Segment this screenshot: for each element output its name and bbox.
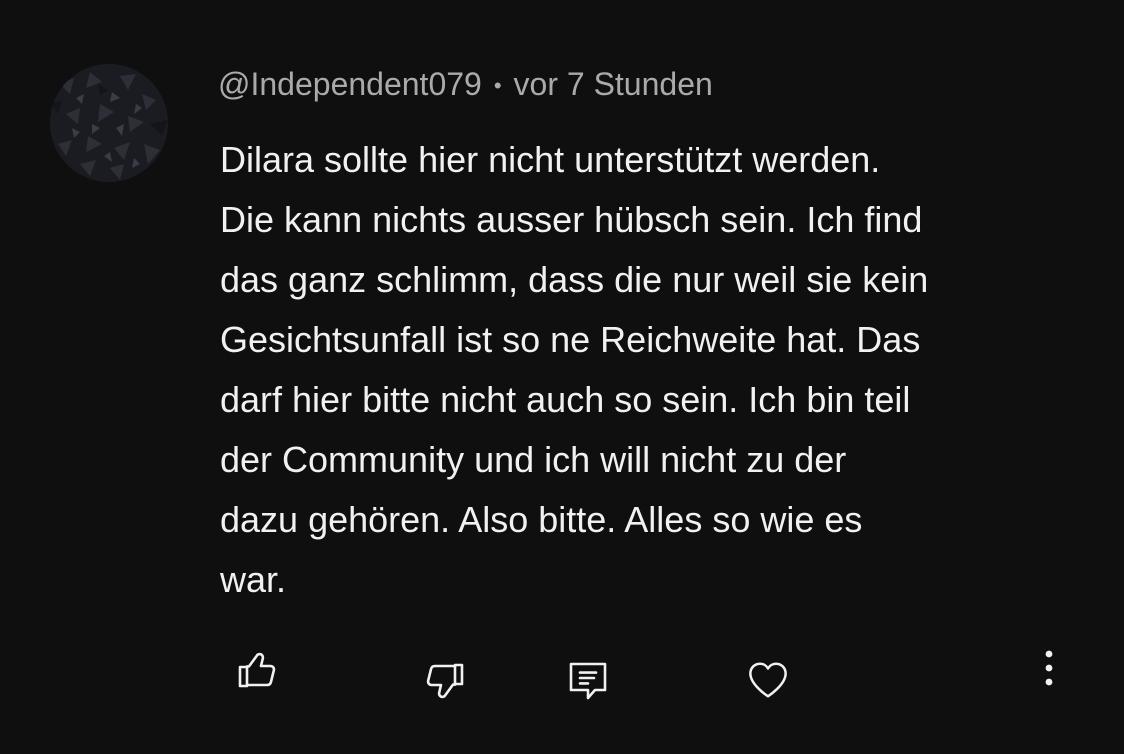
like-button[interactable] [234,646,282,694]
comment-icon [569,662,607,700]
reply-button[interactable] [563,656,613,706]
comment-text-line: Dilara sollte hier nicht unterstützt wer… [220,139,881,180]
separator-dot: • [493,73,502,98]
comment-text: Dilara sollte hier nicht unterstützt wer… [220,130,1100,610]
comment-text-line: war. [220,559,287,600]
heart-icon [749,662,787,698]
comment-text-line: das ganz schlimm, dass die nur weil sie … [220,259,929,300]
more-vertical-icon [1045,650,1053,686]
comment-text-line: der Community und ich will nicht zu der [220,439,847,480]
more-options-button[interactable] [1034,646,1064,690]
timestamp: vor 7 Stunden [513,66,713,102]
heart-button[interactable] [744,656,792,704]
comment-text-line: Gesichtsunfall ist so ne Reichweite hat.… [220,319,921,360]
author-name[interactable]: @Independent079 [218,66,482,102]
comment-text-line: darf hier bitte nicht auch so sein. Ich … [220,379,911,420]
thumbs-up-icon [238,652,276,688]
thumbs-down-icon [426,663,464,699]
comment-text-line: Die kann nichts ausser hübsch sein. Ich … [220,199,923,240]
dislike-button[interactable] [418,657,470,705]
comment-text-line: dazu gehören. Also bitte. Alles so wie e… [220,499,863,540]
comment-thread: @Independent079 • vor 7 Stunden Dilara sol… [0,0,1124,754]
avatar-pattern [50,64,168,182]
avatar[interactable] [50,64,168,182]
comment-header: @Independent079 • vor 7 Stunden [218,62,713,108]
